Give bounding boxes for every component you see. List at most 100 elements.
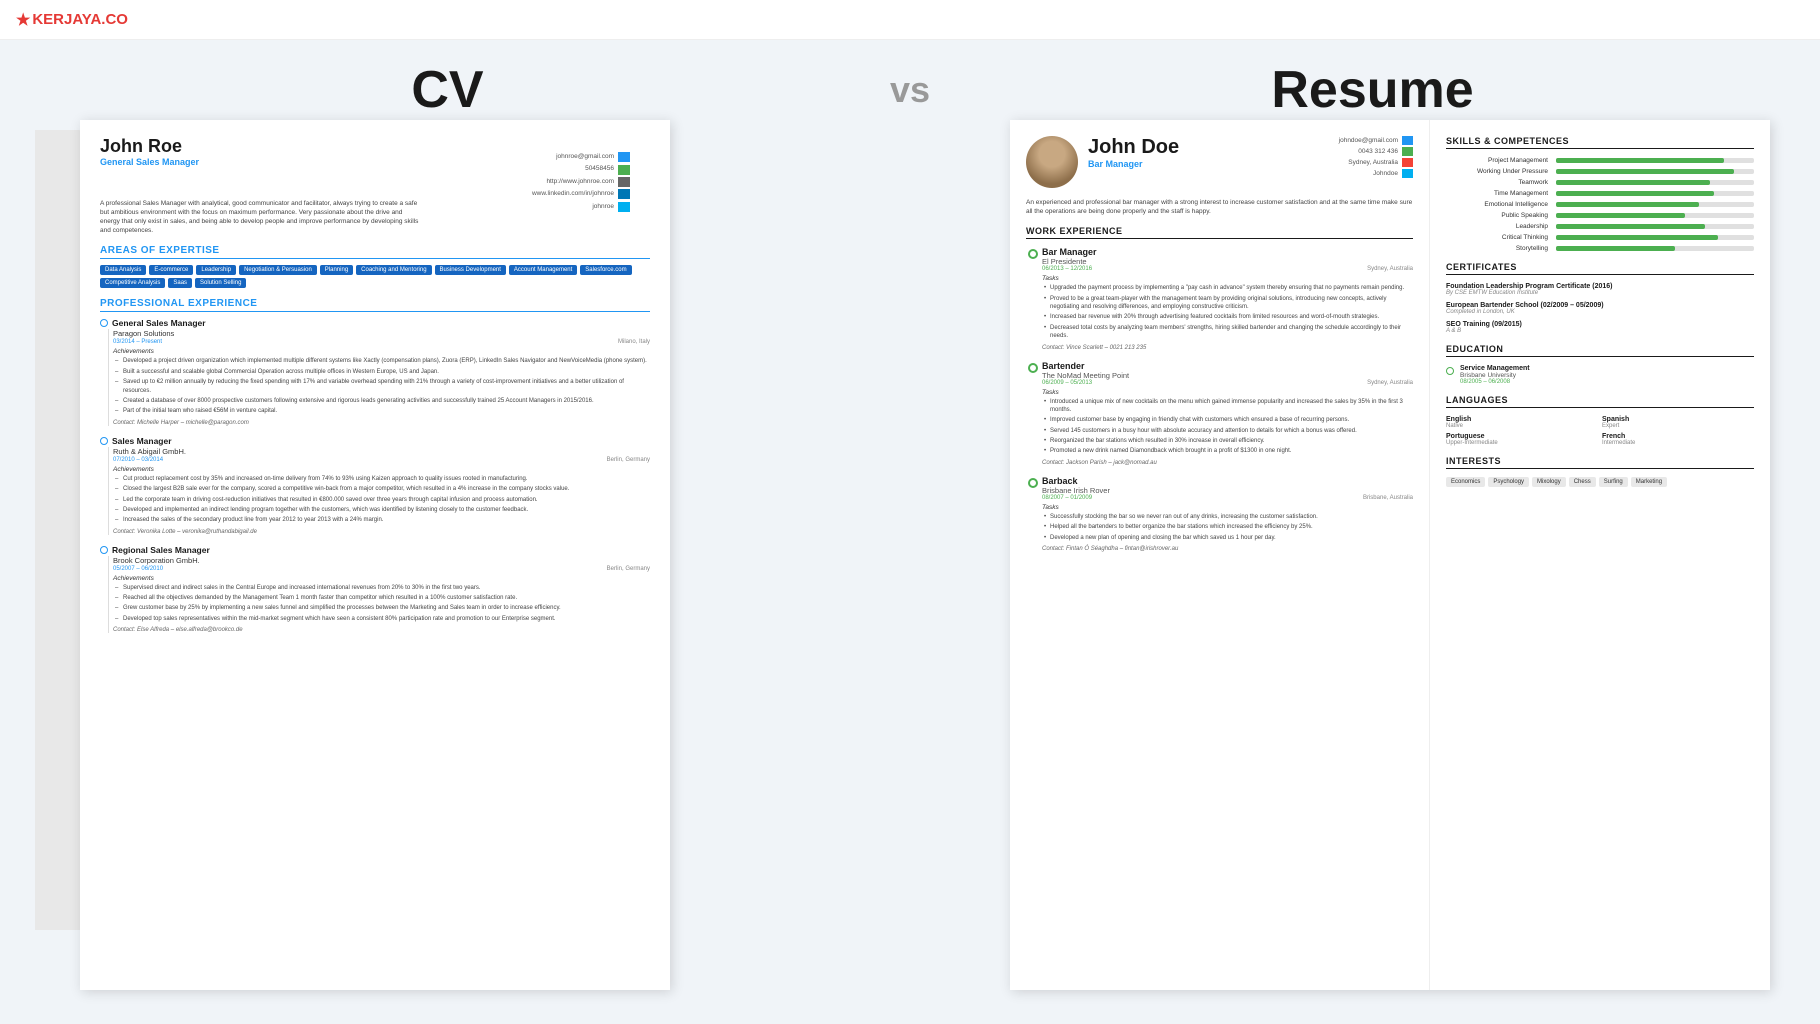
skill-pressure: Working Under Pressure bbox=[1446, 168, 1754, 175]
resume-lang-title: LANGUAGES bbox=[1446, 395, 1754, 408]
email-icon bbox=[618, 152, 630, 162]
cv-paper: John Roe General Sales Manager johnroe@g… bbox=[80, 120, 670, 990]
resume-description: An experienced and professional bar mana… bbox=[1026, 198, 1413, 216]
resume-job-3: Barback Brisbane Irish Rover 08/2007 – 0… bbox=[1042, 476, 1413, 552]
cv-areas-title: AREAS OF EXPERTISE bbox=[100, 245, 650, 259]
lang-portuguese: Portuguese Upper-Intermediate bbox=[1446, 433, 1598, 446]
skill-teamwork: Teamwork bbox=[1446, 179, 1754, 186]
resume-work-title: WORK EXPERIENCE bbox=[1026, 226, 1413, 239]
interest-tags-container: Economics Psychology Mixology Chess Surf… bbox=[1446, 477, 1754, 487]
resume-job1-dot bbox=[1028, 249, 1038, 259]
cert-2: European Bartender School (02/2009 – 05/… bbox=[1446, 302, 1754, 315]
tag-coaching: Coaching and Mentoring bbox=[356, 265, 431, 275]
resume-name-block: John Doe Bar Manager bbox=[1088, 136, 1339, 169]
main-content: CV vs Resume John Roe General Sales Mana… bbox=[0, 40, 1820, 1024]
cv-experience-section: PROFESSIONAL EXPERIENCE General Sales Ma… bbox=[100, 298, 650, 633]
resume-certs-section: CERTIFICATES Foundation Leadership Progr… bbox=[1446, 262, 1754, 334]
resume-contact-right: johndoe@gmail.com 0043 312 436 Sydney, A… bbox=[1339, 136, 1413, 180]
cv-tags-container: Data Analysis E-commerce Leadership Nego… bbox=[100, 265, 650, 288]
resume-edu-section: EDUCATION Service Management Brisbane Un… bbox=[1446, 344, 1754, 385]
resume-job3-dot bbox=[1028, 478, 1038, 488]
resume-title: Resume bbox=[1271, 61, 1473, 119]
skill-emotional: Emotional Intelligence bbox=[1446, 201, 1754, 208]
resume-edu-title: EDUCATION bbox=[1446, 344, 1754, 357]
skill-critical-thinking: Critical Thinking bbox=[1446, 234, 1754, 241]
tag-data-analysis: Data Analysis bbox=[100, 265, 146, 275]
resume-skype-icon bbox=[1402, 169, 1413, 178]
header: ★ KERJAYA.CO bbox=[0, 0, 1820, 40]
resume-paper: John Doe Bar Manager johndoe@gmail.com 0… bbox=[1010, 120, 1770, 990]
lang-french: French Intermediate bbox=[1602, 433, 1754, 446]
resume-work-section: WORK EXPERIENCE Bar Manager El President… bbox=[1026, 226, 1413, 552]
cert-1: Foundation Leadership Program Certificat… bbox=[1446, 283, 1754, 296]
tag-account-mgmt: Account Management bbox=[509, 265, 577, 275]
resume-job-1: Bar Manager El Presidente 06/2013 – 12/2… bbox=[1042, 247, 1413, 350]
cv-container: John Roe General Sales Manager johnroe@g… bbox=[50, 120, 670, 990]
resume-jobs-list: Bar Manager El Presidente 06/2013 – 12/2… bbox=[1026, 247, 1413, 552]
cv-phone-row: 50458456 bbox=[532, 164, 630, 174]
cv-title: CV bbox=[411, 61, 483, 119]
resume-left-column: John Doe Bar Manager johndoe@gmail.com 0… bbox=[1010, 120, 1430, 990]
resume-container: John Doe Bar Manager johndoe@gmail.com 0… bbox=[1010, 120, 1770, 990]
resume-avatar bbox=[1026, 136, 1078, 188]
job1-circle bbox=[100, 319, 108, 327]
cv-skype-row: johnroe bbox=[532, 202, 630, 212]
edu-1: Service Management Brisbane University 0… bbox=[1446, 365, 1754, 385]
resume-header: John Doe Bar Manager johndoe@gmail.com 0… bbox=[1026, 136, 1413, 188]
lang-spanish: Spanish Expert bbox=[1602, 416, 1754, 429]
interest-economics: Economics bbox=[1446, 477, 1485, 487]
skill-leadership: Leadership bbox=[1446, 223, 1754, 230]
resume-interests-title: INTERESTS bbox=[1446, 456, 1754, 469]
interest-psychology: Psychology bbox=[1488, 477, 1529, 487]
cv-areas-section: AREAS OF EXPERTISE Data Analysis E-comme… bbox=[100, 245, 650, 288]
skill-storytelling: Storytelling bbox=[1446, 245, 1754, 252]
job2-circle bbox=[100, 437, 108, 445]
resume-right-column: SKILLS & COMPETENCES Project Management … bbox=[1430, 120, 1770, 990]
interest-chess: Chess bbox=[1569, 477, 1596, 487]
resume-phone-row: 0043 312 436 bbox=[1339, 147, 1413, 156]
tag-biz-dev: Business Development bbox=[435, 265, 506, 275]
resume-location-row: Sydney, Australia bbox=[1339, 158, 1413, 167]
tag-negotiation: Negotiation & Persuasion bbox=[239, 265, 317, 275]
lang-english: English Native bbox=[1446, 416, 1598, 429]
cv-email-row: johnroe@gmail.com bbox=[532, 152, 630, 162]
vs-title: vs bbox=[890, 69, 930, 110]
resume-skype-row: Johndoe bbox=[1339, 169, 1413, 178]
resume-location-icon bbox=[1402, 158, 1413, 167]
resume-lang-section: LANGUAGES English Native Spanish Expert … bbox=[1446, 395, 1754, 446]
tag-leadership: Leadership bbox=[196, 265, 236, 275]
cv-job-3: Regional Sales Manager Brook Corporation… bbox=[100, 545, 650, 634]
cv-website-row: http://www.johnroe.com bbox=[532, 177, 630, 187]
resume-job2-dot bbox=[1028, 363, 1038, 373]
skill-public-speaking: Public Speaking bbox=[1446, 212, 1754, 219]
interest-marketing: Marketing bbox=[1631, 477, 1667, 487]
title-row: CV vs Resume bbox=[0, 40, 1820, 130]
skill-time-mgmt: Time Management bbox=[1446, 190, 1754, 197]
cv-job-2: Sales Manager Ruth & Abigail GmbH. 07/20… bbox=[100, 436, 650, 535]
skill-project-mgmt: Project Management bbox=[1446, 157, 1754, 164]
resume-email-icon bbox=[1402, 136, 1413, 145]
tag-planning: Planning bbox=[320, 265, 353, 275]
logo[interactable]: ★ KERJAYA.CO bbox=[16, 10, 128, 30]
linkedin-icon bbox=[618, 189, 630, 199]
cv-linkedin-row: www.linkedin.com/in/johnroe bbox=[532, 189, 630, 199]
tag-salesforce: Salesforce.com bbox=[580, 265, 631, 275]
tag-ecommerce: E-commerce bbox=[149, 265, 193, 275]
phone-icon bbox=[618, 165, 630, 175]
resume-certs-title: CERTIFICATES bbox=[1446, 262, 1754, 275]
cert-3: SEO Training (09/2015) A & B bbox=[1446, 321, 1754, 334]
skills-list: Project Management Working Under Pressur… bbox=[1446, 157, 1754, 252]
cv-description: A professional Sales Manager with analyt… bbox=[100, 199, 420, 235]
interest-surfing: Surfing bbox=[1599, 477, 1628, 487]
web-icon bbox=[618, 177, 630, 187]
cv-job-1: General Sales Manager Paragon Solutions … bbox=[100, 318, 650, 425]
tag-solution: Solution Selling bbox=[195, 278, 246, 288]
tag-saas: Saas bbox=[168, 278, 192, 288]
cv-contact-info: johnroe@gmail.com 50458456 http://www.jo… bbox=[532, 152, 630, 214]
resume-skills-section: SKILLS & COMPETENCES Project Management … bbox=[1446, 136, 1754, 252]
lang-grid: English Native Spanish Expert Portuguese… bbox=[1446, 416, 1754, 446]
resume-phone-icon bbox=[1402, 147, 1413, 156]
job3-circle bbox=[100, 546, 108, 554]
cv-experience-title: PROFESSIONAL EXPERIENCE bbox=[100, 298, 650, 312]
interest-mixology: Mixology bbox=[1532, 477, 1566, 487]
